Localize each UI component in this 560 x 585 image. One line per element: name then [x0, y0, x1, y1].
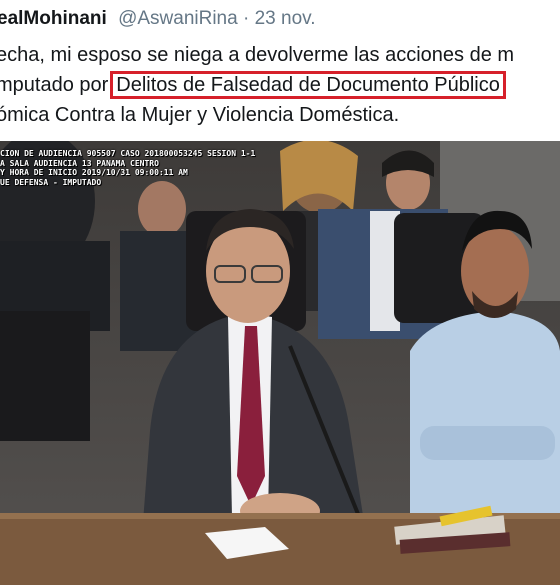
background-person-face [138, 181, 186, 237]
caption-line: UE DEFENSA - IMPUTADO [0, 177, 102, 187]
highlighted-phrase: Delitos de Falsedad de Documento Público [110, 71, 506, 99]
caption-line: CION DE AUDIENCIA 905507 CASO 2018000532… [0, 149, 256, 158]
tweet-line-3: ómica Contra la Mujer y Violencia Domést… [0, 104, 400, 126]
caption-line: Y HORA DE INICIO 2019/10/31 09:00:11 AM [0, 168, 188, 177]
author-handle[interactable]: @AswaniRina [118, 8, 238, 29]
right-man-arms [420, 426, 555, 460]
caption-line: A SALA AUDIENCIA 13 PANAMA CENTRO [0, 158, 159, 168]
tweet-header: ealMohinani @AswaniRina · 23 nov. [0, 8, 560, 34]
tweet-photo[interactable] [0, 141, 560, 585]
video-caption-overlay: CION DE AUDIENCIA 905507 CASO 2018000532… [0, 149, 256, 187]
tweet-line-2-text: mputado por [0, 74, 109, 96]
chair-back [0, 311, 90, 441]
tweet-text: echa, mi esposo se niega a devolverme la… [0, 40, 560, 130]
author-display-name[interactable]: ealMohinani [0, 8, 107, 29]
tweet-date[interactable]: 23 nov. [255, 8, 316, 29]
courtroom-scene [0, 141, 560, 585]
header-separator: · [242, 8, 255, 29]
tweet-line-2: mputado por Delitos de Falsedad de Docume… [0, 70, 560, 100]
tweet-line-1: echa, mi esposo se niega a devolverme la… [0, 44, 515, 66]
